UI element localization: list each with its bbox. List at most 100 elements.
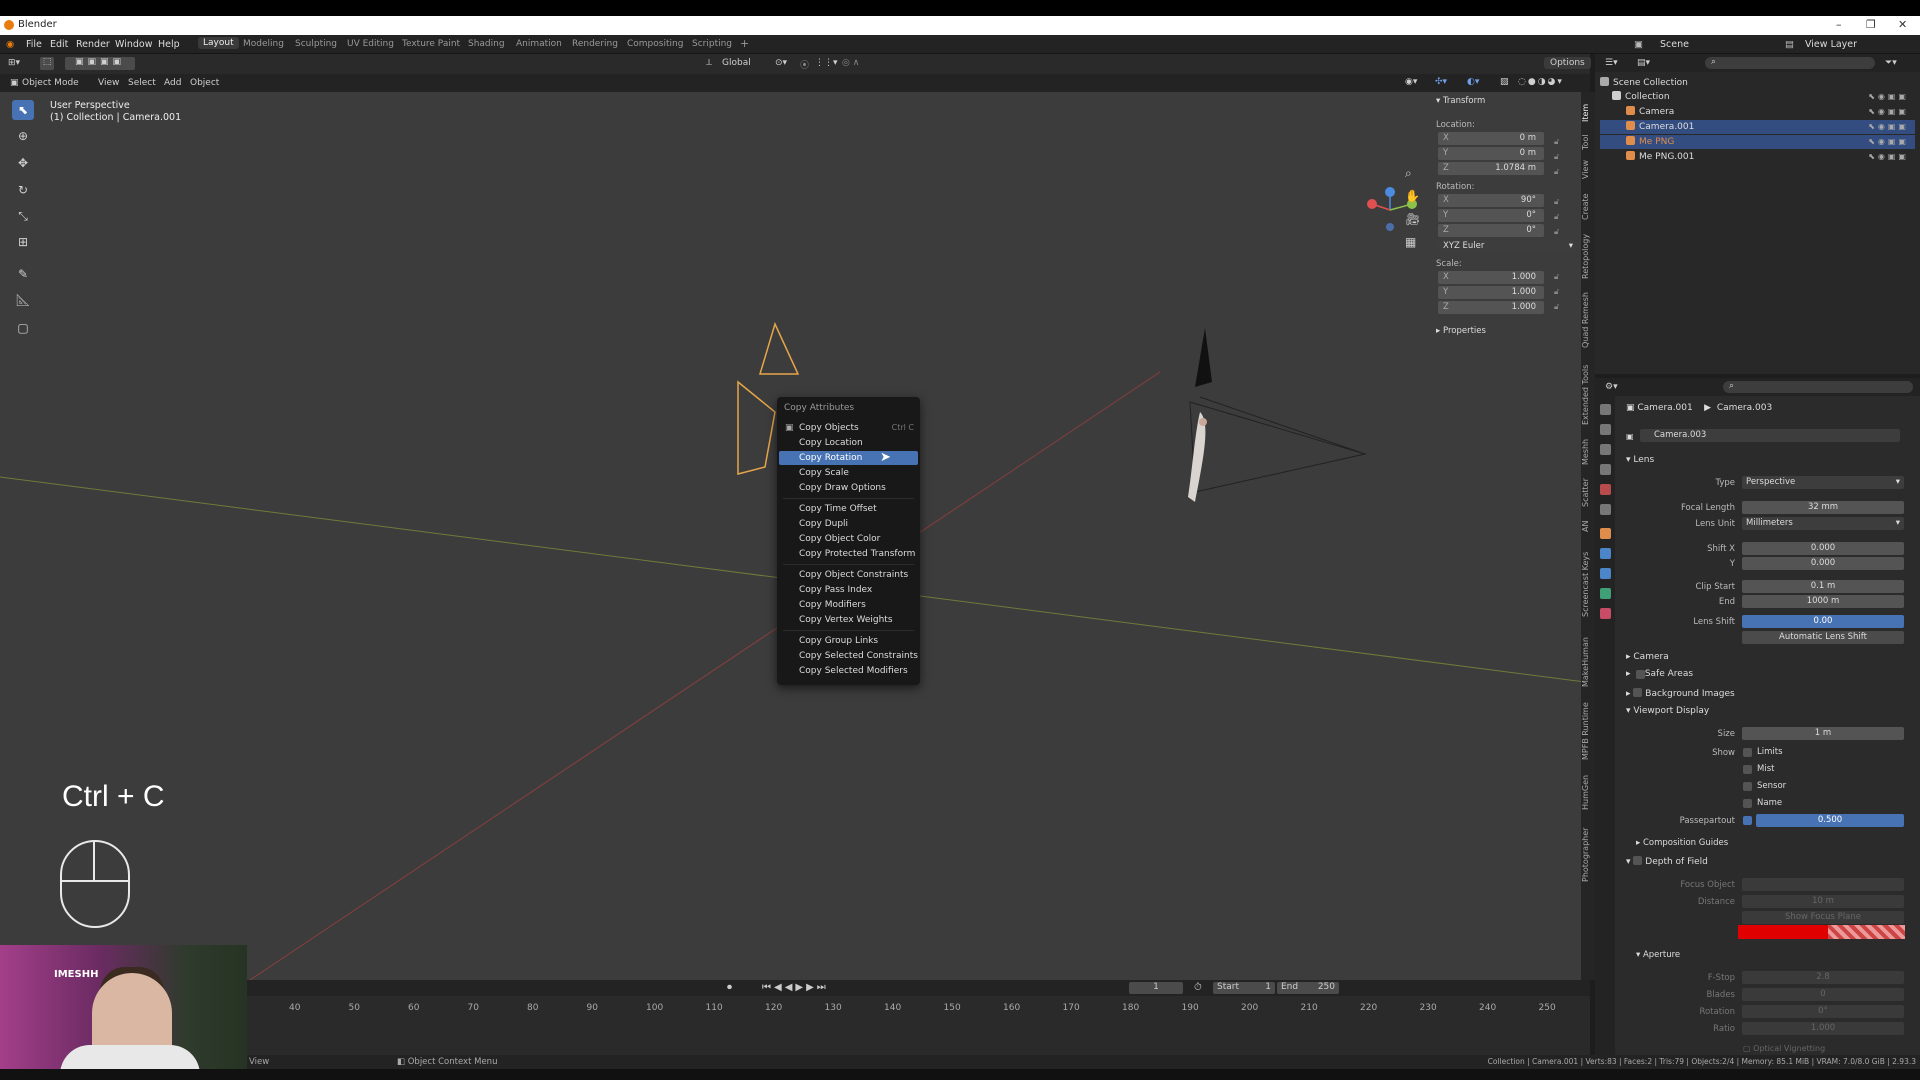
outliner-search-input[interactable]: ⌕: [1705, 57, 1875, 69]
rotation-y-field[interactable]: Y 0°: [1438, 209, 1544, 222]
select-mode-buttons[interactable]: ▣▣▣▣: [65, 57, 135, 70]
visibility-toggle-icons[interactable]: ⬉◉▣▣: [1868, 120, 1909, 134]
current-frame-field[interactable]: 1: [1129, 982, 1183, 994]
location-z-field[interactable]: Z 1.0784 m: [1438, 162, 1544, 175]
add-workspace-icon[interactable]: +: [740, 37, 749, 50]
optical-vignetting-checkbox[interactable]: ▢ Optical Vignetting: [1743, 1044, 1825, 1053]
automatic-lens-shift-button[interactable]: Automatic Lens Shift: [1742, 631, 1904, 644]
show-sensor-checkbox[interactable]: [1743, 782, 1752, 791]
mode-icon[interactable]: ▣: [10, 78, 19, 88]
background-images-header[interactable]: ▸ Background Images: [1626, 688, 1735, 699]
tab-extended-tools[interactable]: Extended Tools: [1581, 360, 1595, 430]
scene-props-icon[interactable]: [1600, 484, 1611, 495]
shift-x-field[interactable]: 0.000: [1742, 542, 1904, 555]
camera-section-header[interactable]: ▸ Camera: [1626, 652, 1669, 662]
properties-editor-icon[interactable]: ⚙▾: [1605, 382, 1618, 392]
minimize-icon[interactable]: –: [1836, 18, 1842, 31]
fstop-field[interactable]: 2.8: [1742, 971, 1904, 984]
properties-search-input[interactable]: ⌕: [1723, 381, 1913, 393]
tab-humgen[interactable]: HumGen: [1581, 770, 1595, 814]
editor-type-icon[interactable]: ⊞▾: [8, 58, 20, 68]
world-props-icon[interactable]: [1600, 504, 1611, 515]
menu-item-copy-pass-index[interactable]: Copy Pass Index: [779, 583, 918, 597]
add-cube-tool-icon[interactable]: ▢: [12, 318, 34, 338]
outliner-editor-icon[interactable]: ☰▾: [1605, 58, 1618, 68]
tab-view[interactable]: View: [1581, 158, 1595, 182]
tab-mpfb-runtime[interactable]: MPFB Runtime: [1581, 698, 1595, 764]
physics-props-icon[interactable]: [1600, 568, 1611, 579]
tab-modeling[interactable]: Modeling: [243, 39, 284, 49]
location-y-field[interactable]: Y0 m: [1438, 147, 1544, 160]
overlay-icon[interactable]: ◐▾: [1467, 77, 1479, 87]
menu-item-copy-selected-modifiers[interactable]: Copy Selected Modifiers: [779, 664, 918, 678]
menu-window[interactable]: Window: [115, 39, 152, 50]
view-layer-props-icon[interactable]: [1600, 464, 1611, 475]
visibility-toggle-icons[interactable]: ⬉◉▣▣: [1868, 90, 1909, 104]
visibility-toggle-icons[interactable]: ⬉◉▣▣: [1868, 135, 1909, 149]
tab-layout[interactable]: Layout: [198, 37, 239, 49]
rotate-tool-icon[interactable]: ↻: [12, 180, 34, 200]
object-props-icon[interactable]: [1600, 528, 1611, 539]
lens-unit-dropdown[interactable]: Millimeters ▾: [1742, 517, 1904, 530]
xray-icon[interactable]: ▧: [1500, 77, 1509, 87]
passepartout-field[interactable]: 0.500: [1756, 814, 1904, 827]
outliner-row[interactable]: Collection ⬉◉▣▣: [1600, 90, 1915, 104]
tool-props-icon[interactable]: [1600, 404, 1611, 415]
pan-hand-icon[interactable]: ✋: [1405, 185, 1420, 208]
tab-shading[interactable]: Shading: [468, 39, 505, 49]
menu-edit[interactable]: Edit: [50, 39, 68, 50]
snap-target-icon[interactable]: ⋮⋮▾: [815, 58, 838, 68]
menu-item-copy-object-color[interactable]: Copy Object Color: [779, 532, 918, 546]
mode-dropdown[interactable]: Object Mode: [22, 78, 79, 88]
outliner-row[interactable]: Camera.001 ⬉◉▣▣: [1600, 120, 1915, 134]
playback-controls-icon[interactable]: ⏮◀◀▶▶⏭: [762, 982, 829, 993]
tab-makehuman[interactable]: MakeHuman: [1581, 632, 1595, 692]
blades-field[interactable]: 0: [1742, 988, 1904, 1001]
texture-props-icon[interactable]: [1600, 608, 1611, 619]
menu-item-copy-selected-constraints[interactable]: Copy Selected Constraints: [779, 649, 918, 663]
ratio-field[interactable]: 1.000: [1742, 1022, 1904, 1035]
menu-item-copy-time-offset[interactable]: Copy Time Offset: [779, 502, 918, 516]
tab-photographer[interactable]: Photographer: [1581, 820, 1595, 890]
visibility-toggle-icons[interactable]: ⬉◉▣▣: [1868, 150, 1909, 164]
tab-rendering[interactable]: Rendering: [572, 39, 618, 49]
menu-item-copy-modifiers[interactable]: Copy Modifiers: [779, 598, 918, 612]
viewport-menu-view[interactable]: View: [98, 78, 119, 88]
viewport-menu-add[interactable]: Add: [164, 78, 181, 88]
show-focus-plane-button[interactable]: Show Focus Plane: [1742, 911, 1904, 924]
properties-subpanel-header[interactable]: ▸ Properties: [1436, 326, 1486, 336]
menu-help[interactable]: Help: [158, 39, 180, 50]
scale-y-field[interactable]: Y 1.000: [1438, 286, 1544, 299]
show-limits-checkbox[interactable]: [1743, 748, 1752, 757]
transform-tool-icon[interactable]: ⊞: [12, 232, 34, 252]
tab-an[interactable]: AN: [1581, 517, 1595, 535]
viewport-menu-select[interactable]: Select: [128, 78, 156, 88]
viewport-display-header[interactable]: ▾ Viewport Display: [1626, 706, 1709, 716]
menu-item-copy-objects[interactable]: ▣ Copy Objects Ctrl C: [779, 421, 918, 435]
tab-animation[interactable]: Animation: [516, 39, 562, 49]
visibility-toggle-icons[interactable]: ⬉◉▣▣: [1868, 105, 1909, 119]
orientation-icon[interactable]: ⟂: [706, 58, 712, 68]
tab-screencast-keys[interactable]: Screencast Keys: [1581, 542, 1595, 626]
clip-end-field[interactable]: 1000 m: [1742, 595, 1904, 608]
camera-datablock-field[interactable]: Camera.003: [1640, 429, 1900, 442]
display-size-field[interactable]: 1 m: [1742, 727, 1904, 740]
pivot-icon[interactable]: ⊙▾: [775, 58, 787, 68]
transform-header[interactable]: ▾ Transform: [1436, 96, 1485, 106]
tab-retopology[interactable]: Retopology: [1581, 230, 1595, 282]
focal-length-field[interactable]: 32 mm: [1742, 501, 1904, 514]
menu-item-copy-protected-transform[interactable]: Copy Protected Transform: [779, 547, 918, 561]
close-icon[interactable]: ✕: [1898, 18, 1907, 31]
tab-meshh[interactable]: Meshh: [1581, 437, 1595, 467]
view-layer-icon[interactable]: ▤: [1785, 39, 1794, 50]
lens-type-dropdown[interactable]: Perspective ▾: [1742, 476, 1904, 489]
tab-item[interactable]: Item: [1581, 100, 1595, 126]
rotation-x-field[interactable]: X 90°: [1438, 194, 1544, 207]
zoom-icon[interactable]: ⌕: [1405, 162, 1420, 185]
tab-sculpting[interactable]: Sculpting: [295, 39, 337, 49]
menu-item-copy-draw-options[interactable]: Copy Draw Options: [779, 481, 918, 495]
end-frame-field[interactable]: End 250: [1277, 982, 1339, 994]
rotation-z-field[interactable]: Z 0°: [1438, 224, 1544, 237]
lens-section-header[interactable]: ▾ Lens: [1626, 455, 1654, 465]
safe-areas-header[interactable]: ▸ Safe Areas: [1626, 669, 1693, 679]
